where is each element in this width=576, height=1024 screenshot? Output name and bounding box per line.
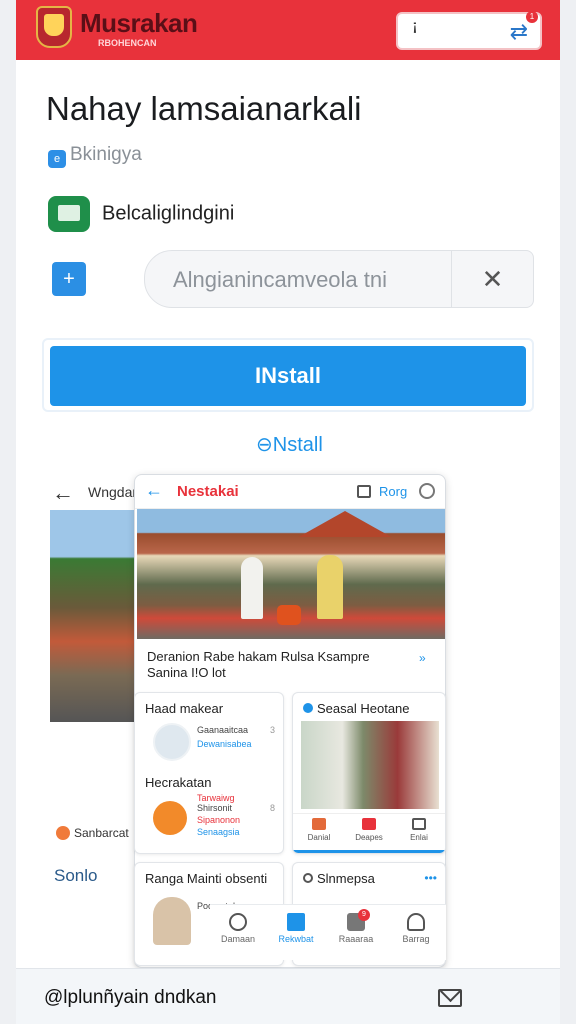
app-category[interactable]: e Bkinigya <box>48 144 142 168</box>
pin-icon: ꜟ <box>412 20 418 42</box>
person-figure <box>241 557 263 619</box>
clear-icon[interactable]: ✕ <box>451 251 533 307</box>
search-field-value: Alngianincamveola tni <box>173 267 388 292</box>
card-accent-bar <box>293 850 445 853</box>
tab-home[interactable]: Danial <box>295 818 343 842</box>
nav-profile[interactable]: Barrag <box>388 913 444 944</box>
village-photo <box>50 510 136 722</box>
hero-photo <box>137 509 445 639</box>
developer-logo-icon <box>48 196 90 232</box>
add-to-list-icon[interactable]: + <box>52 262 86 296</box>
search-field[interactable]: Alngianincamveola tni ✕ <box>144 250 534 308</box>
phone-bottom-nav: Damaan Rekwbat 9 Raaaraa Barrag <box>210 904 446 960</box>
roof-shape <box>298 511 392 537</box>
developer-row[interactable]: Belcaliglindgini <box>48 196 234 232</box>
app-store-page: Musrakan RBOHENCAN ꜟ ⇄ 1 Nahay lamsaiana… <box>0 0 576 1024</box>
install-button[interactable]: INstall <box>50 346 526 406</box>
card-title: Seasal Heotane <box>303 701 410 716</box>
brand-title: Musrakan <box>80 8 198 38</box>
install-link-label: Nstall <box>272 434 323 456</box>
clock-icon <box>229 913 247 931</box>
card-line: Tarwaiwg <box>197 793 235 803</box>
more-arrow-icon: » <box>419 651 426 665</box>
circle-icon <box>303 873 313 883</box>
phone-header: ← Nestakai Rorg <box>135 475 445 509</box>
notification-badge: 1 <box>526 11 538 23</box>
nav-badge: 9 <box>358 909 370 921</box>
user-icon <box>407 913 425 931</box>
post-title: Deranion Rabe hakam Rulsa Ksampre Sanina … <box>147 649 370 680</box>
bottom-bar: @lplunñyain dndkan <box>16 968 560 1024</box>
card-line: Senaagsia <box>197 827 240 837</box>
card-title: Haad makear <box>145 701 224 716</box>
tab-chat[interactable]: Enlai <box>395 818 443 842</box>
card-count: 3 <box>269 725 275 735</box>
developer-name: Belcaliglindgini <box>102 202 235 225</box>
card-subtitle: Hecrakatan <box>145 775 212 790</box>
mail-icon[interactable] <box>438 989 462 1007</box>
card-count: 8 <box>269 803 275 813</box>
card-gallery[interactable]: Seasal Heotane Danial Deapes Enlai <box>292 692 446 854</box>
screenshot-left[interactable]: ← Wngdar Sanbarcat <box>48 476 144 866</box>
link-icon: ⊖ <box>256 434 273 456</box>
card-line: Shirsonit <box>197 803 233 813</box>
category-icon: e <box>48 150 66 168</box>
phone-back-icon: ← <box>145 480 163 500</box>
dot-icon <box>303 703 313 713</box>
avatar <box>153 723 191 761</box>
card-news[interactable]: Haad makear Gaanaaitcaa Dewanisabea 3 He… <box>134 692 284 854</box>
brand-subtitle: RBOHENCAN <box>98 38 157 48</box>
screenshot-left-title: Wngdar <box>88 484 138 500</box>
card-title: Slnmepsa <box>303 871 375 886</box>
card-title: Ranga Mainti obsenti <box>145 871 268 886</box>
tab-video[interactable]: Deapes <box>345 818 393 842</box>
person-figure <box>317 555 343 619</box>
phone-header-link: Rorg <box>379 484 408 499</box>
screenshot-left-footer: Sonlo <box>54 866 98 885</box>
top-bar: Musrakan RBOHENCAN ꜟ ⇄ 1 <box>16 0 560 60</box>
card-photo <box>301 721 439 809</box>
more-dots-icon[interactable]: ••• <box>424 871 437 885</box>
info-icon <box>419 483 435 499</box>
footer-handle[interactable]: @lplunñyain dndkan <box>44 987 216 1009</box>
card-line: Gaanaaitcaa <box>197 725 249 735</box>
nav-feed[interactable]: Rekwbat <box>268 913 324 944</box>
card-tabs: Danial Deapes Enlai <box>293 813 445 853</box>
crest-logo-icon <box>36 6 72 48</box>
avatar <box>153 801 187 835</box>
caption-dot-icon <box>56 826 70 840</box>
nav-messages[interactable]: 9 Raaaraa <box>328 909 384 944</box>
phone-app-name: Nestakai <box>177 483 239 500</box>
screenshot-left-caption: Sanbarcat <box>56 826 129 840</box>
square-icon <box>357 485 371 498</box>
bookmark-icon <box>287 913 305 931</box>
card-line: Sipanonon <box>197 815 241 825</box>
nav-home[interactable]: Damaan <box>210 913 266 944</box>
app-title: Nahay lamsaianarkali <box>46 90 362 127</box>
post-subtitle: Sanina I!O lot <box>147 665 226 680</box>
gift-shape <box>277 605 301 625</box>
install-link[interactable]: ⊖Nstall <box>256 432 323 457</box>
share-icon[interactable]: ⇄ <box>510 19 528 45</box>
category-label: Bkinigya <box>70 144 142 165</box>
person-photo <box>153 897 191 945</box>
card-line: Dewanisabea <box>197 739 252 749</box>
header-search-box[interactable]: ꜟ ⇄ 1 <box>396 11 542 50</box>
back-arrow-icon: ← <box>52 480 74 505</box>
